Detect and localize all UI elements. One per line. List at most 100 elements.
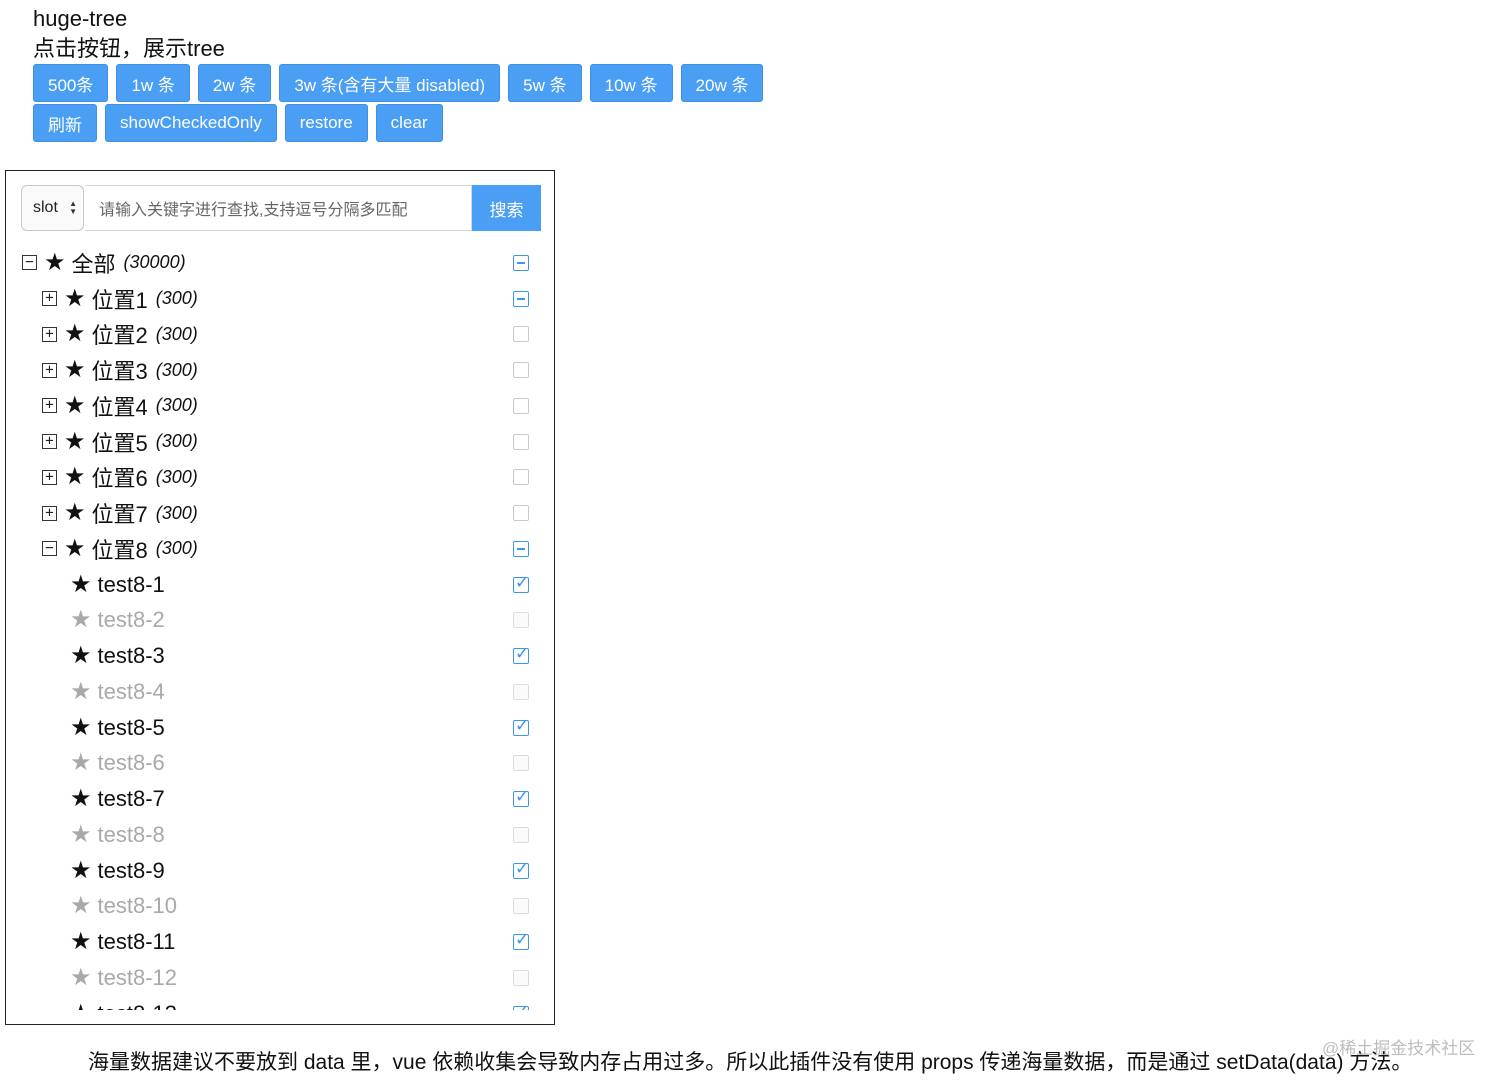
expand-icon[interactable]: + bbox=[42, 505, 57, 521]
node-checkbox bbox=[513, 755, 529, 772]
star-icon: ★ bbox=[70, 642, 92, 670]
tree-node-leaf[interactable]: ★ test8-3 bbox=[6, 638, 554, 674]
collapse-icon[interactable]: − bbox=[42, 541, 57, 557]
node-label: 全部 bbox=[71, 251, 116, 277]
node-label: test8-12 bbox=[97, 964, 178, 990]
node-checkbox[interactable] bbox=[513, 787, 529, 808]
node-checkbox[interactable] bbox=[513, 716, 529, 736]
node-checkbox bbox=[513, 683, 529, 700]
expand-icon[interactable]: + bbox=[42, 291, 57, 307]
tree-node-root[interactable]: − ★ 全部 (30000) bbox=[6, 245, 554, 281]
node-checkbox[interactable] bbox=[513, 290, 529, 307]
tree-node-leaf[interactable]: ★ test8-1 bbox=[6, 567, 554, 603]
star-icon: ★ bbox=[64, 427, 86, 455]
node-label: 位置4 bbox=[91, 394, 148, 420]
tree-node-leaf[interactable]: ★ test8-10 bbox=[6, 889, 554, 925]
show-checked-only-button[interactable]: showCheckedOnly bbox=[105, 104, 277, 142]
tree-node-leaf[interactable]: ★ test8-2 bbox=[6, 603, 554, 639]
node-checkbox[interactable] bbox=[513, 573, 529, 593]
tree-node-leaf[interactable]: ★ test8-13 bbox=[6, 996, 554, 1010]
node-label: 位置3 bbox=[91, 359, 148, 385]
load-2w-button[interactable]: 2w 条 bbox=[197, 64, 272, 102]
node-label: test8-10 bbox=[97, 893, 178, 919]
star-icon: ★ bbox=[70, 1001, 92, 1010]
expand-icon[interactable]: + bbox=[42, 362, 57, 378]
tree-node-group[interactable]: + ★ 位置3 (300) bbox=[6, 352, 554, 388]
node-label: 位置1 bbox=[91, 287, 148, 313]
node-checkbox[interactable] bbox=[513, 362, 529, 379]
tree-node-leaf[interactable]: ★ test8-12 bbox=[6, 960, 554, 996]
node-checkbox[interactable] bbox=[513, 433, 529, 450]
load-5w-button[interactable]: 5w 条 bbox=[508, 64, 582, 102]
node-label: test8-9 bbox=[97, 857, 165, 883]
node-checkbox[interactable] bbox=[513, 505, 529, 522]
tree-node-leaf[interactable]: ★ test8-6 bbox=[6, 746, 554, 782]
star-icon: ★ bbox=[64, 463, 86, 491]
node-checkbox[interactable] bbox=[513, 397, 529, 414]
node-checkbox[interactable] bbox=[513, 326, 529, 343]
tree-node-group[interactable]: + ★ 位置1 (300) bbox=[6, 281, 554, 317]
tree-node-group[interactable]: + ★ 位置2 (300) bbox=[6, 317, 554, 353]
tree-node-group[interactable]: + ★ 位置5 (300) bbox=[6, 424, 554, 460]
node-count: (300) bbox=[155, 395, 198, 416]
star-icon: ★ bbox=[70, 928, 92, 956]
node-checkbox[interactable] bbox=[513, 644, 529, 665]
node-checkbox[interactable] bbox=[513, 930, 529, 951]
star-icon: ★ bbox=[64, 284, 86, 312]
tree-node-leaf[interactable]: ★ test8-4 bbox=[6, 674, 554, 710]
node-label: test8-8 bbox=[97, 821, 165, 847]
tree-node-group[interactable]: − ★ 位置8 (300) bbox=[6, 531, 554, 567]
star-icon: ★ bbox=[70, 856, 92, 884]
page-subtitle: 点击按钮，展示tree bbox=[33, 36, 225, 61]
search-input[interactable]: 请输入关键字进行查找,支持逗号分隔多匹配 bbox=[85, 185, 472, 231]
node-checkbox[interactable] bbox=[513, 254, 529, 271]
node-count: (300) bbox=[155, 538, 198, 559]
select-arrows-icon: ▲ ▼ bbox=[69, 199, 77, 216]
node-checkbox[interactable] bbox=[513, 469, 529, 486]
tree-node-leaf[interactable]: ★ test8-8 bbox=[6, 817, 554, 853]
node-label: test8-2 bbox=[97, 607, 165, 633]
tree-node-leaf[interactable]: ★ test8-5 bbox=[6, 710, 554, 746]
refresh-button[interactable]: 刷新 bbox=[33, 104, 97, 142]
node-checkbox[interactable] bbox=[513, 1002, 529, 1010]
clear-button[interactable]: clear bbox=[375, 104, 443, 142]
node-label: test8-4 bbox=[97, 678, 165, 704]
node-label: test8-6 bbox=[97, 750, 165, 776]
tree-node-group[interactable]: + ★ 位置4 (300) bbox=[6, 388, 554, 424]
slot-select[interactable]: slot ▲ ▼ bbox=[21, 185, 84, 231]
load-20w-button[interactable]: 20w 条 bbox=[680, 64, 764, 102]
tree-node-leaf[interactable]: ★ test8-7 bbox=[6, 781, 554, 817]
load-3w-disabled-button[interactable]: 3w 条(含有大量 disabled) bbox=[279, 64, 501, 102]
star-icon: ★ bbox=[70, 606, 92, 634]
expand-icon[interactable]: + bbox=[42, 469, 57, 485]
expand-icon[interactable]: + bbox=[42, 434, 57, 450]
star-icon: ★ bbox=[64, 320, 86, 348]
star-icon: ★ bbox=[44, 248, 66, 276]
star-icon: ★ bbox=[70, 785, 92, 813]
load-500-button[interactable]: 500条 bbox=[33, 64, 109, 102]
search-button[interactable]: 搜索 bbox=[472, 185, 541, 231]
star-icon: ★ bbox=[64, 499, 86, 527]
node-checkbox[interactable] bbox=[513, 859, 529, 879]
page-title: huge-tree bbox=[33, 6, 128, 31]
tree-node-group[interactable]: + ★ 位置7 (300) bbox=[6, 495, 554, 531]
node-count: (300) bbox=[155, 466, 198, 487]
expand-icon[interactable]: + bbox=[42, 326, 57, 342]
tree-list[interactable]: − ★ 全部 (30000) + ★ 位置1 (300) + ★ 位置2 (300) + ★ 位置3 (300… bbox=[6, 245, 554, 1010]
node-checkbox bbox=[513, 969, 529, 986]
node-label: test8-1 bbox=[97, 571, 165, 597]
load-1w-button[interactable]: 1w 条 bbox=[116, 64, 190, 102]
expand-icon[interactable]: + bbox=[42, 398, 57, 414]
footer-note: 海量数据建议不要放到 data 里，vue 依赖收集会导致内存占用过多。所以此插… bbox=[88, 1051, 1413, 1074]
node-count: (300) bbox=[155, 359, 198, 380]
node-checkbox[interactable] bbox=[513, 540, 529, 557]
node-count: (30000) bbox=[123, 252, 186, 273]
tree-node-leaf[interactable]: ★ test8-9 bbox=[6, 853, 554, 889]
node-label: test8-11 bbox=[97, 929, 176, 955]
load-10w-button[interactable]: 10w 条 bbox=[589, 64, 673, 102]
tree-node-group[interactable]: + ★ 位置6 (300) bbox=[6, 460, 554, 496]
tree-node-leaf[interactable]: ★ test8-11 bbox=[6, 924, 554, 960]
star-icon: ★ bbox=[64, 391, 86, 419]
collapse-icon[interactable]: − bbox=[22, 255, 37, 271]
restore-button[interactable]: restore bbox=[284, 104, 368, 142]
